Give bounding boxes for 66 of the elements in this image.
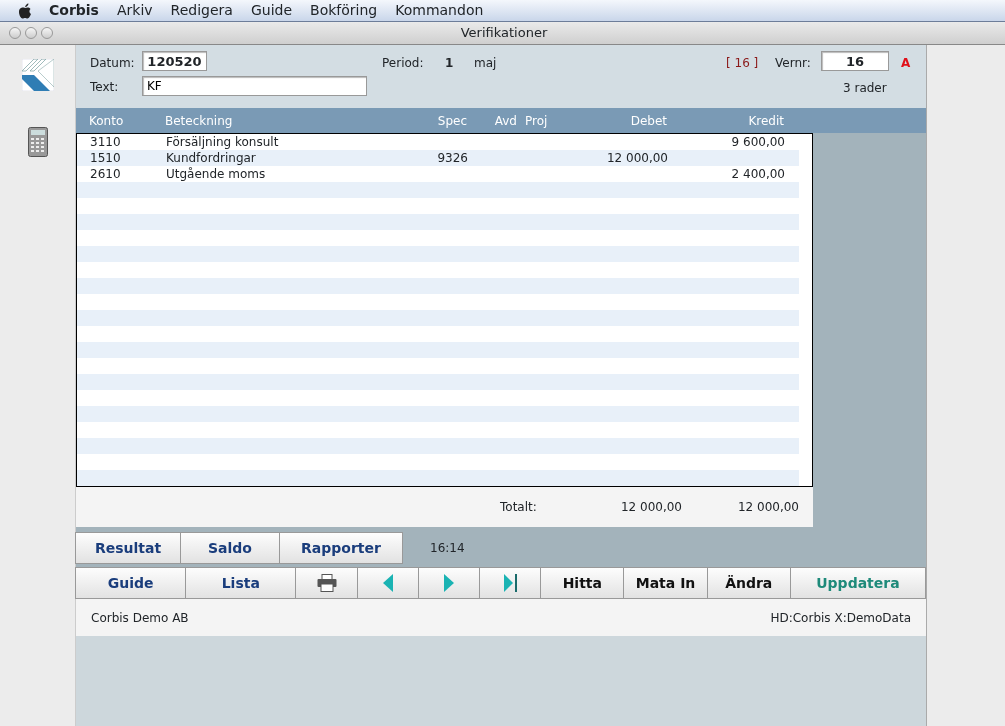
table-cell-text: Försäljning konsult <box>165 134 280 151</box>
clock-time: 16:14 <box>430 540 465 557</box>
vernr-field[interactable]: 16 <box>821 51 889 71</box>
window-title: Verifikationer <box>459 24 549 43</box>
zoom-button[interactable] <box>41 27 53 39</box>
print-button[interactable] <box>295 567 358 599</box>
column-header: Spec <box>436 112 468 130</box>
table-cell-text: Kundfordringar <box>165 150 257 167</box>
column-header: Debet <box>629 112 668 130</box>
printer-icon <box>316 574 337 592</box>
total-label: Totalt: <box>499 499 538 516</box>
calculator-icon[interactable] <box>27 127 48 157</box>
table-cell-text: Utgående moms <box>165 166 267 183</box>
period-value: 1 <box>445 55 454 72</box>
table-cell-text: 9326 <box>436 150 469 167</box>
row-count: 3 rader <box>843 80 887 97</box>
report-button[interactable]: Rapporter <box>279 532 403 564</box>
toolbar-button[interactable]: Uppdatera <box>789 567 927 599</box>
logo-icon <box>21 59 54 91</box>
table-cell-text: 2 400,00 <box>730 166 786 183</box>
table-cell-text: 1510 <box>89 150 122 167</box>
next-button[interactable] <box>417 567 480 599</box>
report-button[interactable]: Resultat <box>75 532 181 564</box>
menu-item[interactable]: Guide <box>241 0 302 21</box>
text-field[interactable]: KF <box>142 76 367 96</box>
company-name: Corbis Demo AB <box>91 609 189 627</box>
data-path: HD:Corbis X:DemoData <box>770 609 911 627</box>
table-cell-text: 12 000,00 <box>605 150 669 167</box>
table-row[interactable]: 1510 Kundfordringar 9326 12 000,00 <box>77 150 799 166</box>
menu-item[interactable]: Kommandon <box>386 0 493 21</box>
series-letter: A <box>901 55 911 72</box>
date-field[interactable]: 120520 <box>142 51 207 71</box>
toolbar-button[interactable]: Hitta <box>540 567 625 599</box>
bracket-number: [ 16 ] <box>726 55 759 72</box>
table-cell-text: 2610 <box>89 166 122 183</box>
total-debet: 12 000,00 <box>619 499 683 516</box>
app-menu[interactable]: Corbis <box>40 0 108 21</box>
vernr-label: Vernr: <box>775 55 811 72</box>
date-label: Datum: <box>90 55 135 72</box>
menu-item[interactable]: Arkiv <box>107 0 162 21</box>
table-row[interactable]: 3110 Försäljning konsult 9 600,00 <box>77 134 799 150</box>
toolbar-button[interactable]: Ändra <box>706 567 791 599</box>
text-label: Text: <box>90 79 119 96</box>
column-header: Avd <box>493 112 518 130</box>
column-header: Konto <box>88 112 125 130</box>
menu-item[interactable]: Redigera <box>161 0 242 21</box>
column-header: Beteckning <box>164 112 234 130</box>
menu-item[interactable]: Bokföring <box>301 0 387 21</box>
total-kredit: 12 000,00 <box>736 499 800 516</box>
column-header: Kredit <box>747 112 785 130</box>
minimize-button[interactable] <box>25 27 37 39</box>
table-cell-text: 3110 <box>89 134 122 151</box>
last-button[interactable] <box>479 567 542 599</box>
toolbar-button[interactable]: Lista <box>185 567 297 599</box>
report-button[interactable]: Saldo <box>180 532 280 564</box>
month-value: maj <box>474 55 497 72</box>
period-label: Period: <box>382 55 424 72</box>
column-header: Proj <box>524 112 549 130</box>
next-icon <box>443 574 454 592</box>
toolbar-button[interactable]: Mata In <box>623 567 708 599</box>
last-icon <box>503 574 517 592</box>
previous-icon <box>382 574 393 592</box>
close-button[interactable] <box>9 27 21 39</box>
table-row[interactable]: 2610 Utgående moms 2 400,00 <box>77 166 799 182</box>
table-cell-text: 9 600,00 <box>730 134 786 151</box>
toolbar-button[interactable]: Guide <box>75 567 187 599</box>
